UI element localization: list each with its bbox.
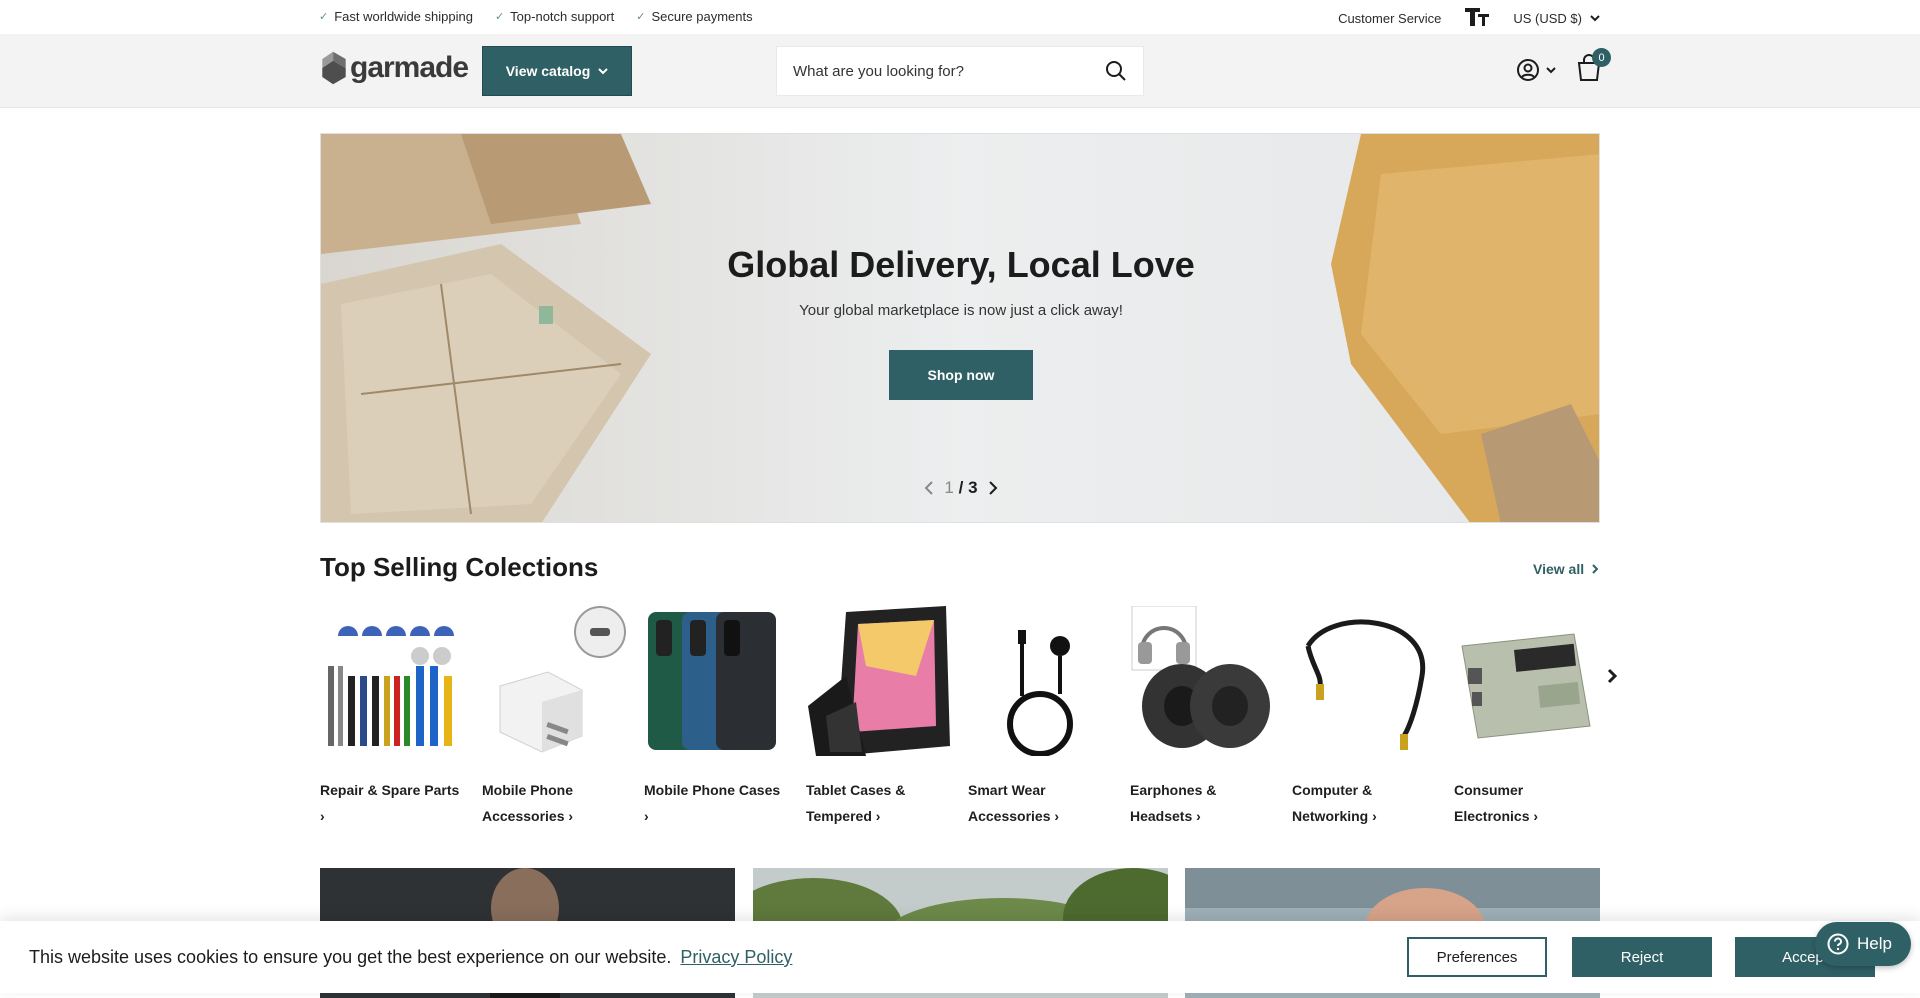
announcement-item: ✓ Top-notch support bbox=[495, 9, 614, 24]
announcement-text: Fast worldwide shipping bbox=[334, 9, 473, 24]
view-all-link[interactable]: View all bbox=[1533, 561, 1599, 577]
text-size-icon[interactable] bbox=[1465, 8, 1490, 28]
announcement-bar: ✓ Fast worldwide shipping ✓ Top-notch su… bbox=[0, 0, 1920, 34]
search-icon[interactable] bbox=[1105, 60, 1127, 82]
tablet-case-icon bbox=[808, 606, 950, 756]
collection-label: Smart Wear Accessories bbox=[968, 782, 1051, 824]
collection-card[interactable]: Smart Wear Accessories › bbox=[968, 606, 1112, 829]
shop-now-button[interactable]: Shop now bbox=[889, 350, 1033, 400]
slide-separator: / bbox=[958, 478, 964, 497]
chevron-right-icon bbox=[1592, 564, 1599, 574]
collection-label: Mobile Phone Cases bbox=[644, 782, 781, 798]
search-box bbox=[776, 46, 1144, 96]
chevron-left-icon[interactable] bbox=[924, 481, 934, 495]
view-all-label: View all bbox=[1533, 561, 1585, 577]
help-button[interactable]: Help bbox=[1815, 922, 1911, 966]
collection-card[interactable]: Tablet Cases & Tempered › bbox=[806, 606, 950, 829]
phone-cases-icon bbox=[648, 612, 776, 750]
logo-mark-icon bbox=[322, 51, 346, 85]
collection-card[interactable]: Earphones & Headsets › bbox=[1130, 605, 1274, 829]
chevron-right-icon: › bbox=[1533, 808, 1539, 824]
check-icon: ✓ bbox=[319, 11, 329, 23]
currency-label: US (USD $) bbox=[1513, 10, 1582, 26]
view-catalog-label: View catalog bbox=[505, 63, 591, 79]
cart-count-badge: 0 bbox=[1592, 48, 1611, 67]
chevron-right-icon: › bbox=[644, 808, 649, 824]
collection-label: Consumer Electronics bbox=[1454, 782, 1530, 824]
collection-card[interactable]: Computer & Networking › bbox=[1292, 606, 1436, 829]
chevron-right-icon: › bbox=[1054, 808, 1060, 824]
chevron-right-icon: › bbox=[875, 808, 881, 824]
chevron-down-icon bbox=[1546, 66, 1556, 73]
slide-pager: 1 / 3 bbox=[321, 478, 1599, 498]
slide-total: 3 bbox=[968, 478, 978, 497]
help-label: Help bbox=[1857, 934, 1892, 953]
collection-label: Computer & Networking bbox=[1292, 782, 1373, 824]
reject-button[interactable]: Reject bbox=[1572, 937, 1712, 977]
collection-label: Tablet Cases & Tempered bbox=[806, 782, 906, 824]
chevron-right-icon[interactable] bbox=[1606, 668, 1618, 684]
cart-button[interactable]: 0 bbox=[1576, 48, 1611, 87]
site-header: garmade View catalog 0 bbox=[0, 34, 1920, 108]
collection-list: Repair & Spare Parts › Mobile Phone Acce… bbox=[320, 605, 1598, 829]
announcement-text: Top-notch support bbox=[510, 9, 615, 24]
preferences-button[interactable]: Preferences bbox=[1407, 937, 1547, 977]
hero-subtitle: Your global marketplace is now just a cl… bbox=[799, 302, 1123, 319]
cookie-banner: This website uses cookies to ensure you … bbox=[0, 921, 1920, 993]
account-menu[interactable] bbox=[1516, 58, 1556, 82]
view-catalog-button[interactable]: View catalog bbox=[482, 46, 632, 96]
chevron-down-icon bbox=[1590, 14, 1600, 21]
collection-card[interactable]: Mobile Phone Accessories › bbox=[482, 606, 626, 829]
hero-banner: Global Delivery, Local Love Your global … bbox=[320, 133, 1600, 523]
collection-label: Mobile Phone Accessories bbox=[482, 782, 573, 824]
chevron-right-icon: › bbox=[1372, 808, 1377, 824]
check-icon: ✓ bbox=[636, 11, 646, 23]
chevron-right-icon: › bbox=[568, 808, 574, 824]
customer-service-link[interactable]: Customer Service bbox=[1338, 11, 1441, 26]
logo[interactable]: garmade bbox=[320, 50, 469, 86]
chevron-right-icon: › bbox=[320, 808, 325, 824]
currency-selector[interactable]: US (USD $) bbox=[1513, 11, 1600, 26]
collection-card[interactable]: Repair & Spare Parts › bbox=[320, 606, 464, 829]
collection-label: Repair & Spare Parts bbox=[320, 782, 460, 798]
section-title: Top Selling Colections bbox=[320, 552, 599, 582]
repair-tools-icon bbox=[328, 626, 454, 746]
announcement-item: ✓ Secure payments bbox=[636, 9, 752, 24]
chevron-down-icon bbox=[598, 67, 608, 74]
check-icon: ✓ bbox=[494, 11, 505, 23]
collection-label: Earphones & Headsets bbox=[1130, 782, 1217, 824]
hero-background-image bbox=[321, 134, 1599, 522]
watch-charger-icon bbox=[1007, 630, 1073, 757]
user-icon bbox=[1517, 59, 1539, 81]
announcement-text: Secure payments bbox=[651, 9, 753, 24]
cookie-message: This website uses cookies to ensure you … bbox=[29, 947, 672, 967]
audio-cable-icon bbox=[1305, 619, 1426, 750]
collection-card[interactable]: Consumer Electronics › bbox=[1454, 606, 1598, 829]
logo-text: garmade bbox=[350, 51, 469, 84]
charger-icon bbox=[499, 606, 626, 753]
privacy-policy-link[interactable]: Privacy Policy bbox=[680, 947, 792, 967]
chevron-right-icon: › bbox=[1196, 808, 1201, 824]
hero-title: Global Delivery, Local Love bbox=[727, 244, 1195, 285]
collection-card[interactable]: Mobile Phone Cases › bbox=[644, 606, 788, 829]
ear-pads-icon bbox=[1131, 605, 1270, 748]
announcement-item: ✓ Fast worldwide shipping bbox=[319, 9, 473, 24]
chevron-right-icon[interactable] bbox=[988, 481, 998, 495]
help-icon bbox=[1827, 933, 1849, 955]
slide-current: 1 bbox=[944, 478, 954, 497]
battery-icon bbox=[1461, 633, 1591, 739]
search-input[interactable] bbox=[793, 62, 1105, 80]
